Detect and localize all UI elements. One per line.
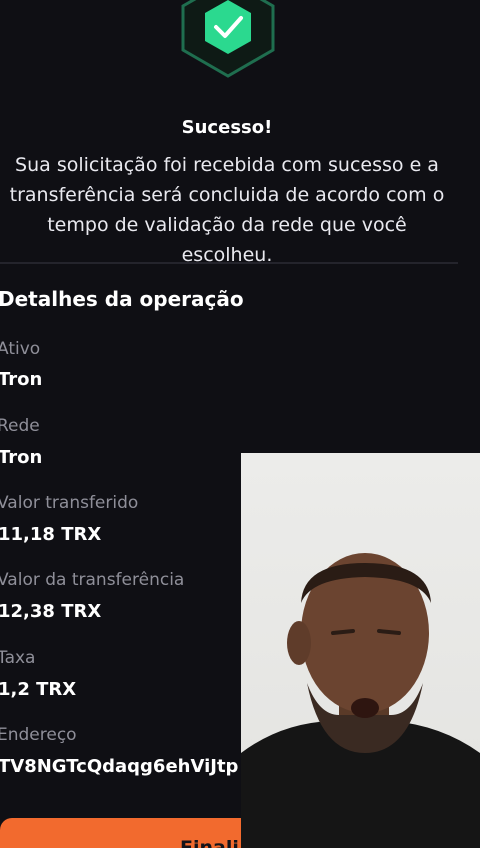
asset-value: Tron bbox=[0, 369, 43, 390]
network-value: Tron bbox=[0, 447, 43, 468]
asset-label: Ativo bbox=[0, 339, 41, 359]
transferred-amount-value: 11,18 TRX bbox=[0, 524, 102, 545]
address-label: Endereço bbox=[0, 725, 77, 745]
success-badge bbox=[181, 0, 275, 78]
transfer-amount-value: 12,38 TRX bbox=[0, 601, 102, 622]
address-value: TV8NGTcQdaqg6ehViJtp bbox=[0, 756, 239, 777]
details-heading: Detalhes da operação bbox=[0, 287, 244, 311]
success-message: Sua solicitação foi recebida com sucesso… bbox=[9, 154, 445, 266]
presenter-figure bbox=[241, 553, 480, 848]
success-title: Sucesso! bbox=[181, 117, 273, 138]
transferred-amount-label: Valor transferido bbox=[0, 493, 139, 513]
fee-value: 1,2 TRX bbox=[0, 679, 77, 700]
webcam-video-overlay bbox=[241, 453, 480, 848]
divider bbox=[0, 262, 458, 264]
success-screen: Sucesso! Sua solicitação foi recebida co… bbox=[0, 0, 480, 848]
fee-label: Taxa bbox=[0, 648, 36, 668]
network-label: Rede bbox=[0, 416, 40, 436]
transfer-amount-label: Valor da transferência bbox=[0, 570, 185, 590]
